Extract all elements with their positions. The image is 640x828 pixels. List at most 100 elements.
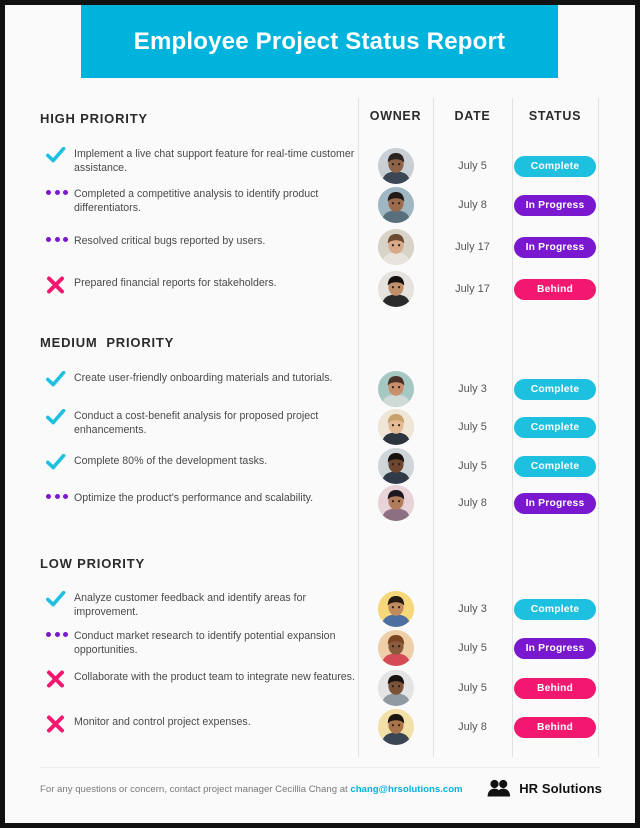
task-description: Complete 80% of the development tasks.	[74, 455, 268, 467]
task-status-icon	[40, 409, 74, 427]
owner-cell	[358, 146, 433, 186]
avatar[interactable]	[377, 371, 414, 407]
avatar[interactable]	[377, 670, 414, 706]
cross-icon	[46, 715, 65, 733]
status-cell: Behind	[512, 269, 598, 309]
date-cell: July 5	[458, 642, 487, 654]
status-badge[interactable]: Complete	[514, 416, 596, 438]
status-cell: Complete	[512, 589, 598, 629]
status-badge[interactable]: In Progress	[514, 194, 596, 216]
date-cell: July 8	[458, 199, 487, 211]
owner-cell	[358, 483, 433, 523]
task-status-icon	[40, 371, 74, 389]
owner-cell	[358, 407, 433, 447]
cross-icon	[46, 670, 65, 688]
date-cell: July 5	[458, 421, 487, 433]
task-status-icon	[40, 454, 74, 472]
status-badge[interactable]: Behind	[514, 278, 596, 300]
status-cell: Complete	[512, 407, 598, 447]
avatar[interactable]	[377, 485, 414, 521]
task-description: Completed a competitive analysis to iden…	[74, 188, 319, 214]
avatar[interactable]	[377, 271, 414, 307]
section-heading-0: HIGH PRIORITY	[40, 111, 148, 126]
task-row[interactable]: Completed a competitive analysis to iden…	[40, 187, 358, 215]
avatar[interactable]	[377, 630, 414, 666]
task-status-icon	[40, 591, 74, 609]
section-heading-1: MEDIUM PRIORITY	[40, 335, 175, 350]
company-name: HR Solutions	[519, 780, 602, 796]
status-badge[interactable]: In Progress	[514, 236, 596, 258]
task-description: Create user-friendly onboarding material…	[74, 372, 333, 384]
status-badge[interactable]: Complete	[514, 155, 596, 177]
avatar[interactable]	[377, 591, 414, 627]
task-description: Monitor and control project expenses.	[74, 716, 251, 728]
column-header-status: STATUS	[528, 109, 582, 123]
company-logo: HR Solutions	[487, 779, 602, 797]
task-row[interactable]: Analyze customer feedback and identify a…	[40, 591, 358, 619]
date-cell: July 5	[458, 160, 487, 172]
owner-cell	[358, 227, 433, 267]
task-row[interactable]: Conduct a cost-benefit analysis for prop…	[40, 409, 358, 437]
status-badge[interactable]: Behind	[514, 677, 596, 699]
task-row[interactable]: Optimize the product's performance and s…	[40, 491, 358, 506]
avatar[interactable]	[377, 448, 414, 484]
two-people-icon	[487, 779, 512, 797]
column-divider	[598, 98, 599, 757]
status-cell: Complete	[512, 146, 598, 186]
date-cell: July 8	[458, 721, 487, 733]
owner-cell	[358, 185, 433, 225]
check-icon	[46, 454, 66, 472]
task-description: Conduct market research to identify pote…	[74, 630, 336, 656]
owner-cell	[358, 668, 433, 708]
status-cell: Complete	[512, 446, 598, 486]
report-page: Employee Project Status Report OWNER DAT…	[5, 5, 635, 823]
three-dots-icon	[46, 234, 68, 242]
task-description: Resolved critical bugs reported by users…	[74, 235, 266, 247]
task-row[interactable]: Collaborate with the product team to int…	[40, 670, 358, 688]
status-badge[interactable]: Complete	[514, 455, 596, 477]
task-row[interactable]: Resolved critical bugs reported by users…	[40, 234, 358, 249]
footer-contact-text: For any questions or concern, contact pr…	[40, 784, 463, 795]
avatar[interactable]	[377, 187, 414, 223]
footer-email-link[interactable]: chang@hrsolutions.com	[350, 784, 462, 795]
date-cell: July 3	[458, 603, 487, 615]
task-row[interactable]: Complete 80% of the development tasks.	[40, 454, 358, 472]
task-row[interactable]: Create user-friendly onboarding material…	[40, 371, 358, 389]
owner-cell	[358, 707, 433, 747]
date-cell: July 3	[458, 383, 487, 395]
status-badge[interactable]: Complete	[514, 598, 596, 620]
status-cell: Behind	[512, 668, 598, 708]
footer-divider	[40, 767, 600, 768]
avatar[interactable]	[377, 148, 414, 184]
task-status-icon	[40, 715, 74, 733]
task-row[interactable]: Monitor and control project expenses.	[40, 715, 358, 733]
status-badge[interactable]: Complete	[514, 378, 596, 400]
date-cell: July 5	[458, 460, 487, 472]
status-badge[interactable]: In Progress	[514, 637, 596, 659]
task-status-icon	[40, 670, 74, 688]
task-description: Conduct a cost-benefit analysis for prop…	[74, 410, 319, 436]
footer-text-before: For any questions or concern, contact pr…	[40, 784, 351, 795]
avatar[interactable]	[377, 709, 414, 745]
cross-icon	[46, 276, 65, 294]
column-header-owner: OWNER	[369, 109, 422, 123]
task-row[interactable]: Conduct market research to identify pote…	[40, 629, 358, 657]
task-description: Optimize the product's performance and s…	[74, 492, 314, 504]
status-cell: In Progress	[512, 628, 598, 668]
owner-cell	[358, 589, 433, 629]
status-cell: In Progress	[512, 483, 598, 523]
column-header-date: DATE	[454, 109, 491, 123]
status-badge[interactable]: In Progress	[514, 492, 596, 514]
task-row[interactable]: Prepared financial reports for stakehold…	[40, 276, 358, 294]
status-cell: Complete	[512, 369, 598, 409]
check-icon	[46, 147, 66, 165]
avatar[interactable]	[377, 229, 414, 265]
task-row[interactable]: Implement a live chat support feature fo…	[40, 147, 358, 175]
three-dots-icon	[46, 629, 68, 637]
header-banner: Employee Project Status Report	[81, 5, 558, 78]
status-badge[interactable]: Behind	[514, 716, 596, 738]
task-description: Collaborate with the product team to int…	[74, 671, 355, 683]
task-status-icon	[40, 234, 74, 242]
avatar[interactable]	[377, 409, 414, 445]
check-icon	[46, 591, 66, 609]
